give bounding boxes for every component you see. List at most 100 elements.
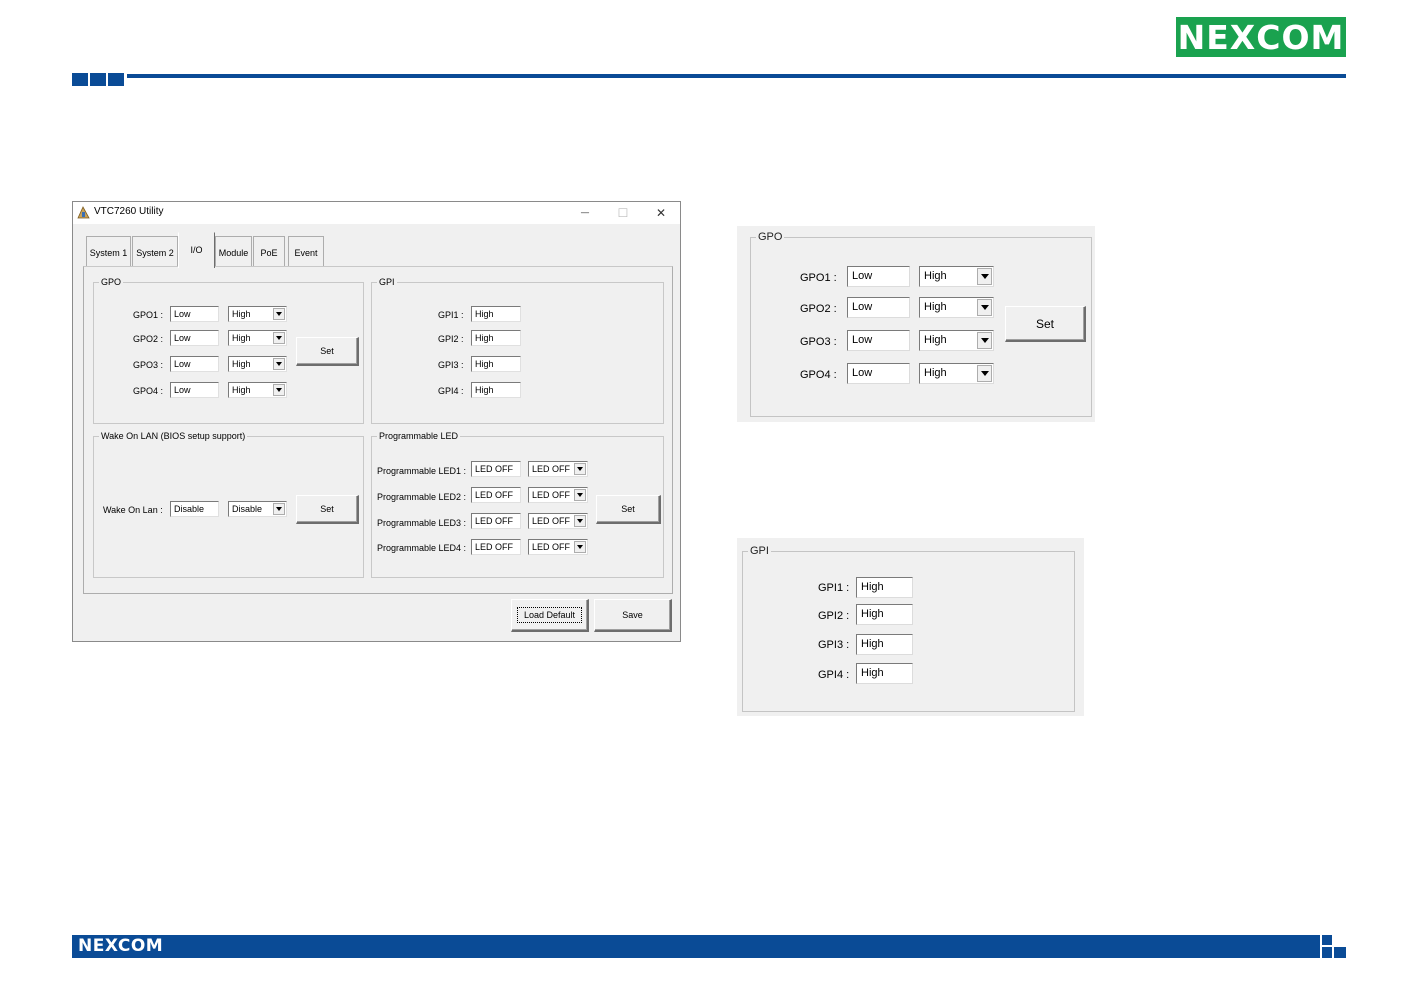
- gpo4-label: GPO4 :: [133, 386, 164, 396]
- zoom-gpo3-value: Low: [847, 330, 910, 351]
- gpo3-select-value: High: [232, 359, 251, 369]
- gpo2-select-value: High: [232, 333, 251, 343]
- gpo3-label: GPO3 :: [133, 360, 164, 370]
- zoom-gpo2-select-value: High: [924, 301, 947, 313]
- gpo1-select[interactable]: High: [228, 306, 287, 322]
- maximize-icon: ☐: [617, 206, 629, 220]
- pled3-value: LED OFF: [471, 513, 521, 529]
- gpi1-label: GPI1 :: [438, 310, 464, 320]
- pled2-value: LED OFF: [471, 487, 521, 503]
- gpo-set-label: Set: [320, 346, 334, 356]
- header-square: [108, 73, 124, 86]
- zoom-gpi4-value: High: [856, 663, 913, 684]
- gpo2-value: Low: [170, 330, 219, 346]
- pled4-label: Programmable LED4 :: [377, 543, 467, 553]
- wol-select[interactable]: Disable: [228, 501, 287, 517]
- header-square: [72, 73, 88, 86]
- zoom-gpo-set-button[interactable]: Set: [1005, 306, 1086, 342]
- pled1-label: Programmable LED1 :: [377, 466, 467, 476]
- chevron-down-icon: [273, 308, 285, 320]
- zoom-gpo-group-title: GPO: [756, 230, 785, 244]
- gpi2-label: GPI2 :: [438, 334, 464, 344]
- wol-label: Wake On Lan :: [103, 505, 163, 515]
- chevron-down-icon: [574, 463, 586, 475]
- gpo1-value: Low: [170, 306, 219, 322]
- zoom-gpo2-select[interactable]: High: [919, 297, 994, 318]
- footer-square: [1322, 935, 1332, 945]
- save-button[interactable]: Save: [594, 599, 672, 632]
- zoom-gpi-panel: GPI GPI1 : High GPI2 : High GPI3 : High …: [737, 538, 1084, 716]
- zoom-gpo1-select-value: High: [924, 270, 947, 282]
- zoom-gpo2-value: Low: [847, 297, 910, 318]
- wol-set-button[interactable]: Set: [296, 495, 359, 524]
- close-icon: ✕: [655, 206, 667, 220]
- tab-io[interactable]: I/O: [178, 232, 215, 268]
- pled4-value: LED OFF: [471, 539, 521, 555]
- pled2-select[interactable]: LED OFF: [528, 487, 588, 503]
- pled3-select-value: LED OFF: [532, 516, 571, 526]
- wol-value: Disable: [170, 501, 219, 517]
- zoom-gpo1-select[interactable]: High: [919, 266, 994, 287]
- zoom-gpi2-value: High: [856, 604, 913, 625]
- zoom-gpo3-select[interactable]: High: [919, 330, 994, 351]
- pled-set-button[interactable]: Set: [596, 495, 661, 524]
- chevron-down-icon: [273, 384, 285, 396]
- pled1-select[interactable]: LED OFF: [528, 461, 588, 477]
- zoom-gpi3-value: High: [856, 634, 913, 655]
- save-label: Save: [622, 610, 643, 620]
- zoom-gpo-set-label: Set: [1035, 316, 1054, 331]
- tab-system-1[interactable]: System 1: [86, 236, 131, 267]
- zoom-gpi-group: GPI: [742, 544, 1075, 712]
- gpo4-select[interactable]: High: [228, 382, 287, 398]
- zoom-gpo4-select[interactable]: High: [919, 363, 994, 384]
- chevron-down-icon: [977, 365, 992, 382]
- chevron-down-icon: [574, 515, 586, 527]
- gpo4-select-value: High: [232, 385, 251, 395]
- close-button[interactable]: ✕: [647, 204, 675, 222]
- gpo2-select[interactable]: High: [228, 330, 287, 346]
- title-bar[interactable]: VTC7260 Utility — ☐ ✕: [73, 202, 680, 224]
- pled2-label: Programmable LED2 :: [377, 492, 467, 502]
- tab-poe[interactable]: PoE: [253, 236, 285, 267]
- zoom-gpi-group-title: GPI: [748, 544, 771, 558]
- tab-system-2[interactable]: System 2: [132, 236, 178, 267]
- gpi1-value: High: [471, 306, 521, 322]
- pled3-select[interactable]: LED OFF: [528, 513, 588, 529]
- gpo-set-button[interactable]: Set: [296, 337, 359, 366]
- bottom-separator: [83, 593, 673, 594]
- header-square: [90, 73, 106, 86]
- gpi4-label: GPI4 :: [438, 386, 464, 396]
- logo-text-right: COM: [1256, 17, 1345, 57]
- zoom-gpo4-select-value: High: [924, 367, 947, 379]
- nexcom-logo: NE X COM: [1176, 17, 1346, 57]
- load-default-button[interactable]: Load Default: [511, 599, 589, 632]
- maximize-button[interactable]: ☐: [609, 204, 637, 222]
- tab-label: System 1: [89, 248, 128, 258]
- chevron-down-icon: [977, 299, 992, 316]
- wol-group-title: Wake On LAN (BIOS setup support): [99, 430, 248, 442]
- minimize-icon: —: [580, 208, 590, 218]
- wol-select-value: Disable: [232, 504, 263, 514]
- chevron-down-icon: [977, 332, 992, 349]
- pled4-select-value: LED OFF: [532, 542, 571, 552]
- gpo3-select[interactable]: High: [228, 356, 287, 372]
- tab-module[interactable]: Module: [215, 236, 252, 267]
- load-default-label: Load Default: [516, 607, 583, 623]
- utility-window: VTC7260 Utility — ☐ ✕ System 1 System 2 …: [72, 201, 681, 642]
- zoom-gpo3-select-value: High: [924, 334, 947, 346]
- gpo1-select-value: High: [232, 309, 251, 319]
- pled4-select[interactable]: LED OFF: [528, 539, 588, 555]
- gpo2-label: GPO2 :: [133, 334, 164, 344]
- chevron-down-icon: [977, 268, 992, 285]
- tab-label: System 2: [136, 248, 174, 258]
- window-title: VTC7260 Utility: [94, 206, 164, 217]
- minimize-button[interactable]: —: [571, 204, 599, 222]
- zoom-gpo4-label: GPO4 :: [800, 369, 837, 381]
- tab-label: I/O: [190, 245, 203, 255]
- tab-event[interactable]: Event: [288, 236, 324, 267]
- chevron-down-icon: [273, 332, 285, 344]
- chevron-down-icon: [574, 489, 586, 501]
- pled1-select-value: LED OFF: [532, 464, 571, 474]
- footer-square: [1334, 947, 1346, 958]
- zoom-gpo1-label: GPO1 :: [800, 272, 837, 284]
